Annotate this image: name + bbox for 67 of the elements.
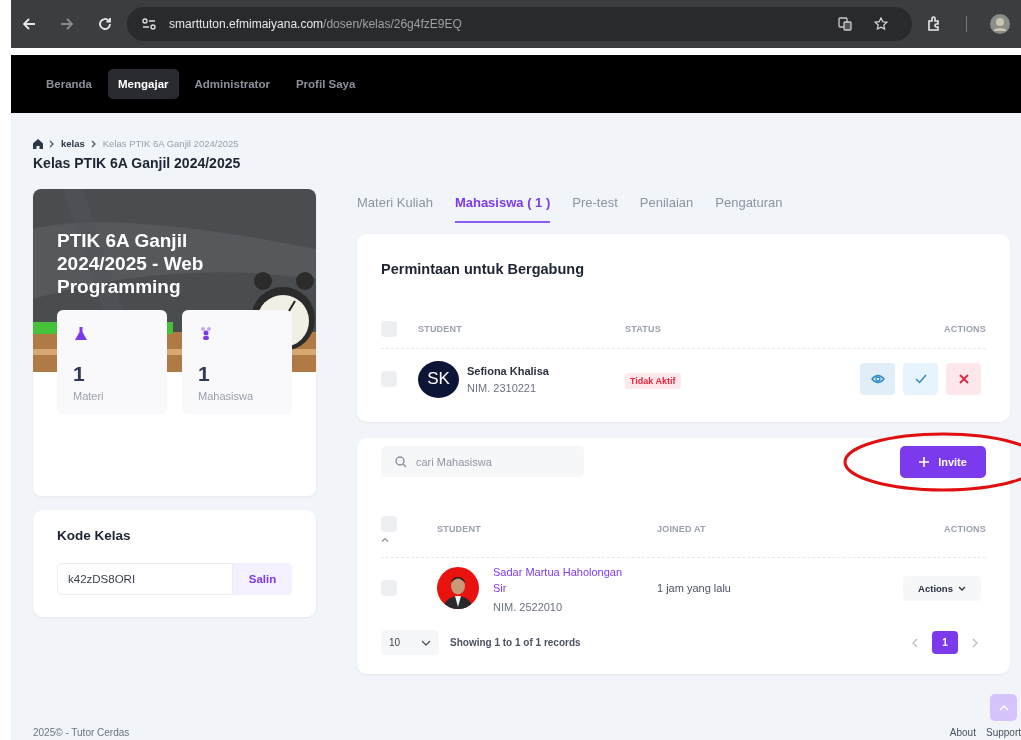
page-button[interactable]: 1: [932, 631, 958, 654]
address-bar[interactable]: smarttuton.efmimaiyana.com/dosen/kelas/26g4fzE9EQ: [127, 7, 912, 41]
footer-link[interactable]: About: [949, 727, 976, 738]
chevron-right-icon: [49, 139, 55, 148]
home-icon[interactable]: [33, 138, 43, 149]
stat-label: Mahasiswa: [198, 390, 255, 402]
check-icon: [914, 374, 927, 384]
column-header: ACTIONS: [943, 524, 986, 534]
approve-button[interactable]: [903, 363, 938, 395]
avatar: SK: [418, 360, 459, 398]
student-name: Sefiona Khalisa: [467, 364, 549, 377]
copyright-text: 2025© - Tutor Cerdas: [33, 727, 130, 738]
chevron-down-icon: [957, 585, 966, 591]
invite-button[interactable]: Invite: [900, 445, 986, 478]
nav-link[interactable]: Mengajar: [108, 69, 179, 99]
search-icon: [395, 456, 407, 468]
chevron-right-icon: [90, 139, 97, 148]
translate-icon[interactable]: [838, 17, 852, 31]
search-field[interactable]: cari Mahasiswa: [381, 446, 584, 477]
student-name-link[interactable]: Sadar Martua Haholongan Sir: [493, 563, 628, 596]
back-icon[interactable]: [21, 16, 37, 32]
star-icon[interactable]: [874, 17, 888, 31]
site-settings-icon: [141, 16, 157, 32]
breadcrumb-link[interactable]: kelas: [61, 138, 85, 149]
nav-link[interactable]: Profil Saya: [285, 69, 366, 99]
column-header: STATUS: [625, 324, 662, 334]
stat-value: 1: [198, 362, 211, 386]
flask-icon: [73, 326, 89, 342]
status-badge: Tidak Aktif: [625, 373, 681, 389]
joined-time: 1 jam yang lalu: [657, 582, 732, 594]
nav-link[interactable]: Beranda: [36, 69, 103, 99]
chevron-right-icon[interactable]: [972, 637, 978, 648]
actions-dropdown[interactable]: Actions: [903, 575, 981, 601]
stat-value: 1: [73, 362, 86, 386]
chevron-up-icon: [998, 704, 1009, 711]
copy-button[interactable]: Salin: [233, 563, 292, 595]
close-icon: [958, 374, 969, 384]
nav-link[interactable]: Administrator: [184, 69, 280, 99]
student-id: NIM. 2310221: [467, 381, 538, 394]
profile-avatar-icon[interactable]: [989, 13, 1011, 35]
column-header: STUDENT: [437, 524, 482, 534]
chevron-left-icon[interactable]: [912, 637, 918, 648]
page-size-select[interactable]: 10: [381, 630, 439, 655]
tab[interactable]: Mahasiswa ( 1 ): [454, 183, 551, 223]
column-header: ACTIONS: [943, 324, 986, 334]
plus-icon: [919, 456, 930, 467]
eye-icon: [870, 374, 885, 384]
breadcrumb-current: Kelas PTIK 6A Ganjil 2024/2025: [102, 138, 239, 149]
reload-icon[interactable]: [97, 16, 113, 32]
code-field[interactable]: k42zDS8ORI: [57, 563, 233, 595]
records-summary: Showing 1 to 1 of 1 records: [450, 637, 582, 648]
people-icon: [198, 326, 214, 342]
column-header: STUDENT: [418, 324, 463, 334]
course-title: PTIK 6A Ganjil 2024/2025 - Web Programming: [57, 229, 205, 298]
card-title: Kode Kelas: [57, 528, 132, 543]
view-button[interactable]: [860, 363, 895, 395]
column-header: JOINED AT: [657, 524, 707, 534]
stat-label: Materi: [73, 390, 105, 402]
card-title: Permintaan untuk Bergabung: [381, 261, 586, 277]
chevron-down-icon: [421, 639, 431, 646]
footer-link[interactable]: Support: [985, 727, 1021, 738]
forward-icon[interactable]: [59, 16, 75, 32]
url-text: smarttuton.efmimaiyana.com/dosen/kelas/26g4fzE9EQ: [169, 17, 463, 31]
sort-up-icon[interactable]: [381, 537, 389, 542]
reject-button[interactable]: [946, 363, 981, 395]
student-id: NIM. 2522010: [493, 600, 564, 613]
page-title: Kelas PTIK 6A Ganjil 2024/2025: [33, 155, 242, 171]
